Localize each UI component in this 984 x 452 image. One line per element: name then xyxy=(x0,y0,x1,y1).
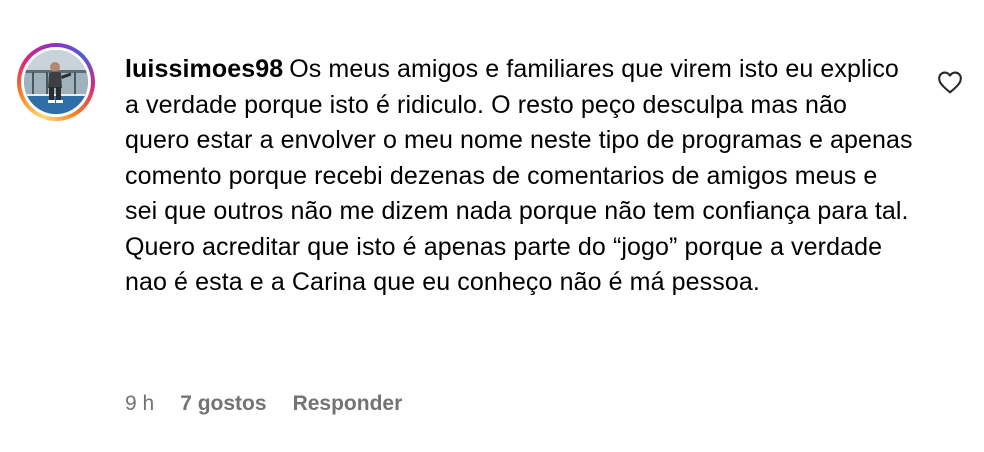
comment-meta: 9 h 7 gostos Responder xyxy=(125,392,402,416)
comment-username[interactable]: luissimoes98 xyxy=(125,55,283,83)
comment-text: Os meus amigos e familiares que virem is… xyxy=(125,55,913,296)
likes-count[interactable]: 7 gostos xyxy=(180,392,266,416)
comment-time[interactable]: 9 h xyxy=(125,392,154,416)
comment: luissimoes98 Os meus amigos e familiares … xyxy=(0,0,984,452)
heart-outline-icon xyxy=(938,71,962,94)
story-ring[interactable] xyxy=(17,43,95,121)
like-button[interactable] xyxy=(934,66,966,98)
avatar[interactable] xyxy=(24,50,88,114)
avatar-photo xyxy=(24,50,88,114)
reply-button[interactable]: Responder xyxy=(293,392,403,416)
avatar-gap xyxy=(21,47,91,117)
comment-body: luissimoes98 Os meus amigos e familiares … xyxy=(125,52,915,301)
